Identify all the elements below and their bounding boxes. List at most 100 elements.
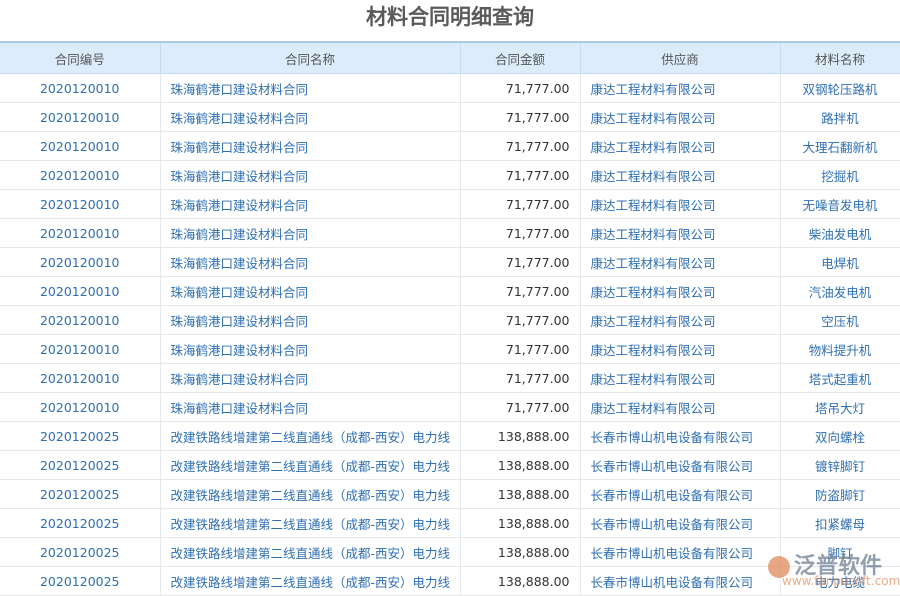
cell-amount: 71,777.00 — [460, 103, 580, 132]
cell-amount: 71,777.00 — [460, 277, 580, 306]
cell-amount: 71,777.00 — [460, 306, 580, 335]
cell-material: 电焊机 — [780, 248, 900, 277]
cell-contract-no: 2020120025 — [0, 538, 160, 567]
table-row[interactable]: 2020120010珠海鹤港口建设材料合同71,777.00康达工程材料有限公司… — [0, 335, 900, 364]
cell-supplier: 康达工程材料有限公司 — [580, 277, 780, 306]
cell-material: 挖掘机 — [780, 161, 900, 190]
cell-contract-name: 珠海鹤港口建设材料合同 — [160, 190, 460, 219]
cell-contract-no: 2020120010 — [0, 364, 160, 393]
cell-supplier: 康达工程材料有限公司 — [580, 161, 780, 190]
cell-supplier: 长春市博山机电设备有限公司 — [580, 567, 780, 596]
cell-contract-no: 2020120025 — [0, 422, 160, 451]
col-contract-no[interactable]: 合同编号 — [0, 42, 160, 74]
cell-material: 双向螺栓 — [780, 422, 900, 451]
cell-supplier: 长春市博山机电设备有限公司 — [580, 422, 780, 451]
cell-contract-name: 改建铁路线增建第二线直通线（成都-西安）电力线 — [160, 567, 460, 596]
cell-contract-name: 珠海鹤港口建设材料合同 — [160, 219, 460, 248]
cell-amount: 71,777.00 — [460, 161, 580, 190]
cell-amount: 71,777.00 — [460, 248, 580, 277]
cell-supplier: 康达工程材料有限公司 — [580, 393, 780, 422]
cell-amount: 138,888.00 — [460, 480, 580, 509]
cell-contract-name: 珠海鹤港口建设材料合同 — [160, 132, 460, 161]
col-amount[interactable]: 合同金额 — [460, 42, 580, 74]
contract-table: 合同编号 合同名称 合同金额 供应商 材料名称 2020120010珠海鹤港口建… — [0, 41, 900, 596]
cell-amount: 138,888.00 — [460, 422, 580, 451]
cell-contract-name: 改建铁路线增建第二线直通线（成都-西安）电力线 — [160, 480, 460, 509]
cell-amount: 138,888.00 — [460, 567, 580, 596]
cell-supplier: 长春市博山机电设备有限公司 — [580, 509, 780, 538]
table-row[interactable]: 2020120010珠海鹤港口建设材料合同71,777.00康达工程材料有限公司… — [0, 306, 900, 335]
cell-contract-no: 2020120025 — [0, 509, 160, 538]
cell-contract-no: 2020120025 — [0, 480, 160, 509]
table-row[interactable]: 2020120025改建铁路线增建第二线直通线（成都-西安）电力线138,888… — [0, 422, 900, 451]
cell-contract-name: 改建铁路线增建第二线直通线（成都-西安）电力线 — [160, 422, 460, 451]
cell-supplier: 长春市博山机电设备有限公司 — [580, 538, 780, 567]
cell-supplier: 康达工程材料有限公司 — [580, 74, 780, 103]
table-row[interactable]: 2020120010珠海鹤港口建设材料合同71,777.00康达工程材料有限公司… — [0, 364, 900, 393]
cell-contract-no: 2020120010 — [0, 277, 160, 306]
cell-material: 大理石翻新机 — [780, 132, 900, 161]
cell-supplier: 长春市博山机电设备有限公司 — [580, 451, 780, 480]
cell-supplier: 康达工程材料有限公司 — [580, 306, 780, 335]
cell-amount: 138,888.00 — [460, 509, 580, 538]
table-row[interactable]: 2020120010珠海鹤港口建设材料合同71,777.00康达工程材料有限公司… — [0, 132, 900, 161]
cell-contract-name: 珠海鹤港口建设材料合同 — [160, 364, 460, 393]
cell-contract-name: 珠海鹤港口建设材料合同 — [160, 277, 460, 306]
cell-contract-no: 2020120010 — [0, 335, 160, 364]
cell-material: 塔吊大灯 — [780, 393, 900, 422]
table-row[interactable]: 2020120010珠海鹤港口建设材料合同71,777.00康达工程材料有限公司… — [0, 74, 900, 103]
page-title: 材料合同明细查询 — [0, 0, 900, 41]
cell-contract-no: 2020120010 — [0, 248, 160, 277]
table-row[interactable]: 2020120025改建铁路线增建第二线直通线（成都-西安）电力线138,888… — [0, 509, 900, 538]
table-row[interactable]: 2020120010珠海鹤港口建设材料合同71,777.00康达工程材料有限公司… — [0, 393, 900, 422]
table-row[interactable]: 2020120010珠海鹤港口建设材料合同71,777.00康达工程材料有限公司… — [0, 190, 900, 219]
cell-contract-name: 珠海鹤港口建设材料合同 — [160, 393, 460, 422]
table-row[interactable]: 2020120025改建铁路线增建第二线直通线（成都-西安）电力线138,888… — [0, 451, 900, 480]
cell-contract-name: 珠海鹤港口建设材料合同 — [160, 248, 460, 277]
cell-supplier: 康达工程材料有限公司 — [580, 219, 780, 248]
cell-amount: 71,777.00 — [460, 74, 580, 103]
cell-amount: 71,777.00 — [460, 132, 580, 161]
cell-contract-name: 改建铁路线增建第二线直通线（成都-西安）电力线 — [160, 451, 460, 480]
cell-contract-no: 2020120010 — [0, 393, 160, 422]
col-contract-name[interactable]: 合同名称 — [160, 42, 460, 74]
cell-material: 防盗脚钉 — [780, 480, 900, 509]
cell-contract-no: 2020120010 — [0, 103, 160, 132]
cell-contract-no: 2020120025 — [0, 567, 160, 596]
table-row[interactable]: 2020120010珠海鹤港口建设材料合同71,777.00康达工程材料有限公司… — [0, 161, 900, 190]
cell-amount: 138,888.00 — [460, 538, 580, 567]
table-row[interactable]: 2020120010珠海鹤港口建设材料合同71,777.00康达工程材料有限公司… — [0, 219, 900, 248]
cell-contract-name: 改建铁路线增建第二线直通线（成都-西安）电力线 — [160, 538, 460, 567]
cell-supplier: 康达工程材料有限公司 — [580, 132, 780, 161]
cell-material: 路拌机 — [780, 103, 900, 132]
table-row[interactable]: 2020120025改建铁路线增建第二线直通线（成都-西安）电力线138,888… — [0, 538, 900, 567]
cell-material: 汽油发电机 — [780, 277, 900, 306]
table-row[interactable]: 2020120025改建铁路线增建第二线直通线（成都-西安）电力线138,888… — [0, 567, 900, 596]
table-row[interactable]: 2020120025改建铁路线增建第二线直通线（成都-西安）电力线138,888… — [0, 480, 900, 509]
cell-contract-no: 2020120010 — [0, 161, 160, 190]
cell-material: 空压机 — [780, 306, 900, 335]
cell-material: 柴油发电机 — [780, 219, 900, 248]
cell-amount: 71,777.00 — [460, 190, 580, 219]
cell-contract-name: 珠海鹤港口建设材料合同 — [160, 74, 460, 103]
cell-contract-no: 2020120010 — [0, 132, 160, 161]
cell-material: 塔式起重机 — [780, 364, 900, 393]
cell-amount: 71,777.00 — [460, 393, 580, 422]
watermark: 泛普软件www.fanpusoft.com — [768, 548, 882, 580]
table-header: 合同编号 合同名称 合同金额 供应商 材料名称 — [0, 42, 900, 74]
cell-contract-name: 珠海鹤港口建设材料合同 — [160, 335, 460, 364]
table-row[interactable]: 2020120010珠海鹤港口建设材料合同71,777.00康达工程材料有限公司… — [0, 277, 900, 306]
table-row[interactable]: 2020120010珠海鹤港口建设材料合同71,777.00康达工程材料有限公司… — [0, 248, 900, 277]
table-row[interactable]: 2020120010珠海鹤港口建设材料合同71,777.00康达工程材料有限公司… — [0, 103, 900, 132]
cell-contract-no: 2020120010 — [0, 190, 160, 219]
cell-supplier: 长春市博山机电设备有限公司 — [580, 480, 780, 509]
cell-amount: 71,777.00 — [460, 364, 580, 393]
cell-amount: 138,888.00 — [460, 451, 580, 480]
cell-contract-name: 珠海鹤港口建设材料合同 — [160, 161, 460, 190]
col-material[interactable]: 材料名称 — [780, 42, 900, 74]
cell-material: 扣紧螺母 — [780, 509, 900, 538]
col-supplier[interactable]: 供应商 — [580, 42, 780, 74]
cell-supplier: 康达工程材料有限公司 — [580, 190, 780, 219]
watermark-url: www.fanpusoft.com — [782, 574, 900, 588]
cell-amount: 71,777.00 — [460, 335, 580, 364]
